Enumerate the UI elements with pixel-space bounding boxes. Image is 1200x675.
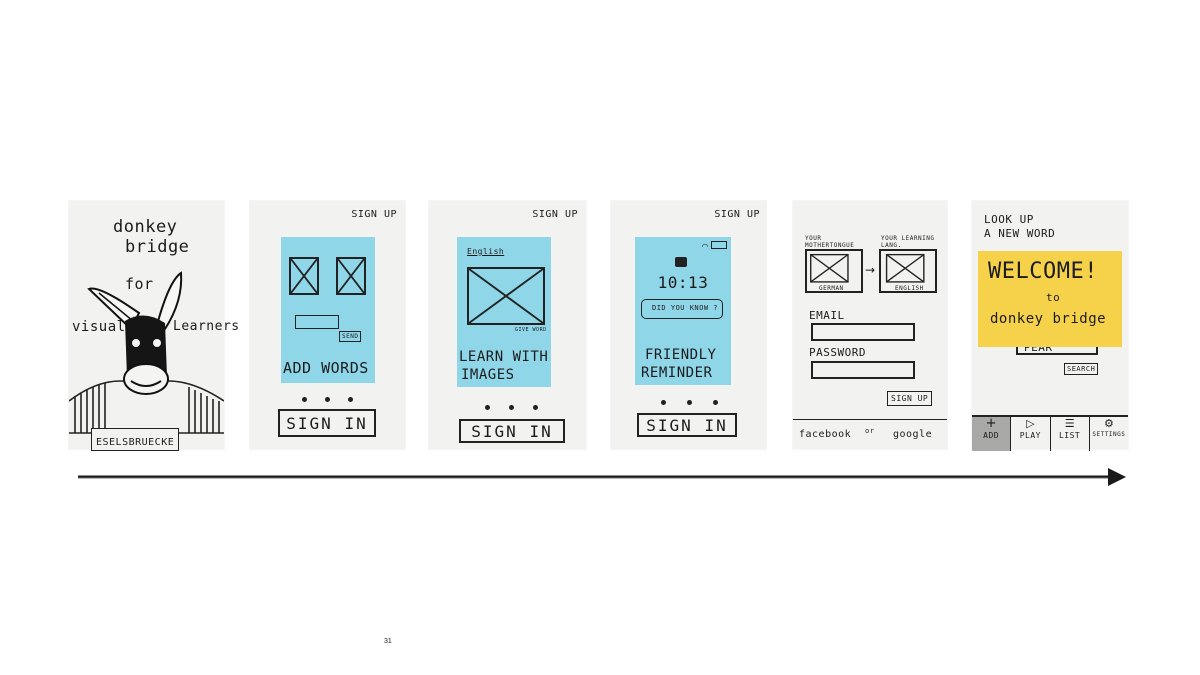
reminder-card: SIGN UP ◠ 10:13 DID YOU KNOW ? FRIENDLY … [611,201,766,449]
lock-icon [675,257,687,267]
donkey-illustration [69,271,224,434]
learn-images-card: SIGN UP English GIVE WORD LEARN WITH IMA… [429,201,586,449]
language-label: English [467,247,505,256]
pager-dot[interactable] [348,397,353,402]
learning-lang-value: ENGLISH [895,285,924,292]
add-words-caption: ADD WORDS [283,359,369,377]
wifi-icon: ◠ [701,242,709,251]
lookup-title-line1: LOOK UP [984,213,1034,226]
welcome-title: WELCOME! [988,259,1098,284]
learning-lang-label: YOUR LEARNING LANG. [881,235,935,249]
send-button[interactable]: SEND [339,331,362,342]
password-field[interactable] [811,361,915,379]
sticky-note: English GIVE WORD LEARN WITH IMAGES [457,237,551,387]
learn-caption-line1: LEARN WITH [459,349,549,365]
tab-bar: + ADD ▷ PLAY ☰ LIST ⚙ SETTINGS [972,415,1128,451]
tab-list[interactable]: ☰ LIST [1051,417,1090,451]
or-label: or [865,427,875,435]
welcome-app-name: donkey bridge [990,311,1107,327]
social-divider [793,419,947,420]
add-words-card: SIGN UP SEND ADD WORDS SIGN IN [250,201,405,449]
mother-tongue-select[interactable]: GERMAN [805,249,863,293]
learn-caption-line2: IMAGES [461,367,515,383]
signup-link[interactable]: SIGN UP [351,209,397,220]
pager-dot[interactable] [713,400,718,405]
reminder-caption-line2: REMINDER [641,365,713,381]
image-placeholder-icon [467,267,545,325]
notification-bubble[interactable]: DID YOU KNOW ? [641,299,723,319]
facebook-login[interactable]: facebook [799,429,851,440]
pager-dot[interactable] [325,397,330,402]
give-word-label: GIVE WORD [515,327,547,333]
page-number: 31 [384,638,392,645]
welcome-to: to [1046,291,1061,304]
learning-lang-select[interactable]: ENGLISH [879,249,937,293]
plus-icon: + [985,416,997,431]
status-bar-icons: ◠ [701,241,727,251]
email-label: EMAIL [809,309,845,322]
signup-link[interactable]: SIGN UP [714,209,760,220]
google-login[interactable]: google [893,429,932,440]
image-placeholder-icon [289,257,319,295]
signup-button[interactable]: SIGN UP [887,391,933,406]
sign-in-button[interactable]: SIGN IN [278,409,376,437]
gear-icon: ⚙ [1103,417,1114,430]
sticky-note: ◠ 10:13 DID YOU KNOW ? FRIENDLY REMINDER [635,237,731,385]
pager-dot[interactable] [509,405,514,410]
image-placeholder-icon [336,257,366,295]
lookup-title-line2: A NEW WORD [984,227,1056,240]
pager-dot[interactable] [485,405,490,410]
search-button[interactable]: SEARCH [1064,363,1099,375]
password-label: PASSWORD [809,346,866,359]
timeline-arrow [78,468,1126,486]
sticky-note: SEND ADD WORDS [281,237,375,383]
pager-dot[interactable] [661,400,666,405]
welcome-sticky-note: WELCOME! to donkey bridge [978,251,1122,347]
brand-label: ESELSBRUECKE [91,428,180,451]
sign-in-button[interactable]: SIGN IN [637,413,737,437]
mother-tongue-label: YOUR MOTHERTONGUE [805,235,855,249]
pager-dot[interactable] [302,397,307,402]
list-icon: ☰ [1064,417,1075,430]
tab-settings[interactable]: ⚙ SETTINGS [1090,417,1128,451]
battery-icon [711,241,727,249]
pager-dot[interactable] [533,405,538,410]
mother-tongue-value: GERMAN [819,285,844,292]
arrow-right-icon: → [865,263,876,277]
logo-card: donkey bridge for visual Learners ESELSB… [69,201,239,451]
email-field[interactable] [811,323,915,341]
reminder-caption-line1: FRIENDLY [645,347,717,363]
signup-form-card: YOUR MOTHERTONGUE YOUR LEARNING LANG. GE… [793,201,947,449]
tab-add[interactable]: + ADD [972,416,1012,451]
signup-link[interactable]: SIGN UP [532,209,578,220]
tab-play[interactable]: ▷ PLAY [1011,417,1051,451]
arrowhead-icon [1108,468,1126,486]
word-input[interactable] [295,315,339,329]
home-card: LOOK UP A NEW WORD PEAR SEARCH WELCOME! … [972,201,1128,451]
pager-dot[interactable] [687,400,692,405]
play-icon: ▷ [1026,417,1035,430]
sign-in-button[interactable]: SIGN IN [459,419,565,443]
lock-time: 10:13 [657,273,709,292]
